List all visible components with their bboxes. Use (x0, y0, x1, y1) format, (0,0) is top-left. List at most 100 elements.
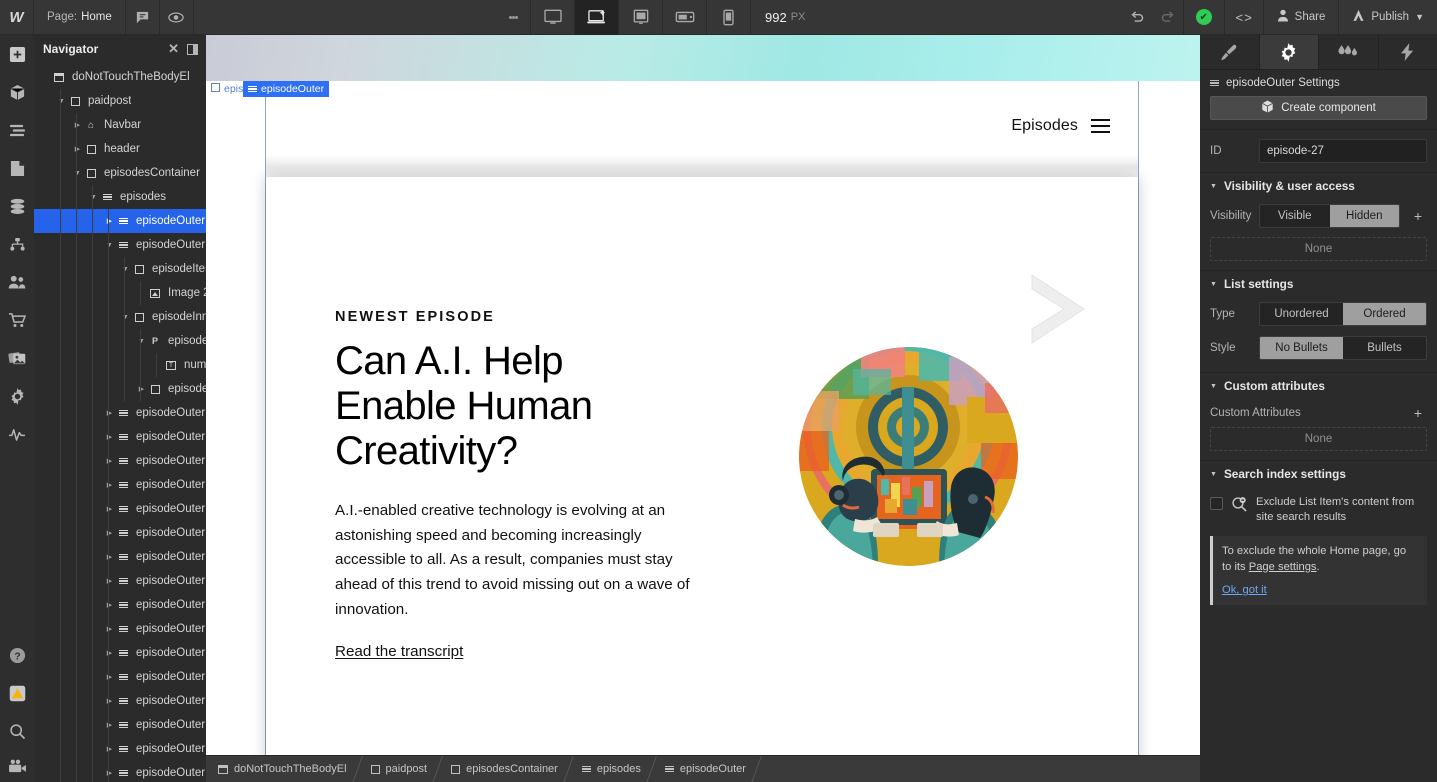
images-icon[interactable] (0, 339, 34, 377)
undo-arrow-icon[interactable] (1123, 0, 1153, 35)
navigator-item-episodeouter[interactable]: ▶ episodeOuter (34, 473, 206, 497)
mobile-landscape-breakpoint[interactable] (663, 0, 708, 35)
episode-headline[interactable]: Can A.I. Help Enable Human Creativity? (335, 339, 675, 473)
navigator-item-episodeouter[interactable]: ▶ episodeOuter (34, 713, 206, 737)
navigator-item-donottouchthebodyel[interactable]: doNotTouchTheBodyEl (34, 65, 206, 89)
navigator-item-episodeouter[interactable]: ▶ episodeOuter (34, 545, 206, 569)
disclosure-caret[interactable]: ▶ (104, 529, 115, 537)
navigator-item-episodeouter[interactable]: ▶ episodeOuter (34, 665, 206, 689)
disclosure-caret[interactable]: ▶ (104, 769, 115, 777)
visibility-section-header[interactable]: ▼ Visibility & user access (1200, 173, 1437, 199)
warning-triangle-icon[interactable] (0, 674, 34, 712)
save-status-badge[interactable]: ✔ (1184, 0, 1224, 35)
read-transcript-link[interactable]: Read the transcript (335, 643, 463, 660)
disclosure-caret[interactable]: ▼ (120, 314, 131, 321)
tab-effects[interactable] (1379, 35, 1437, 69)
question-circle-icon[interactable]: ? (0, 636, 34, 674)
users-icon[interactable] (0, 263, 34, 301)
tab-style[interactable] (1200, 35, 1260, 69)
navigator-item-episodeouter[interactable]: ▶ episodeOuter (34, 641, 206, 665)
breadcrumb-item-paidpost[interactable]: paidpost (357, 756, 438, 782)
disclosure-caret[interactable]: ▼ (104, 242, 115, 249)
exclude-search-checkbox[interactable] (1210, 497, 1223, 510)
eye-icon[interactable] (160, 0, 194, 35)
id-input[interactable]: episode-27 (1259, 139, 1427, 163)
visibility-option-hidden[interactable]: Hidden (1329, 205, 1399, 227)
navigator-item-episodeouter[interactable]: ▶ episodeOuter (34, 449, 206, 473)
list-type-segmented-control[interactable]: Unordered Ordered (1259, 302, 1427, 326)
disclosure-caret[interactable]: ▶ (104, 745, 115, 753)
style-option-bullets[interactable]: Bullets (1343, 337, 1426, 359)
plus-icon[interactable]: + (1409, 208, 1427, 224)
cube-icon[interactable] (0, 73, 34, 111)
share-button[interactable]: Share (1264, 0, 1339, 35)
disclosure-caret[interactable]: ▶ (72, 121, 83, 129)
disclosure-caret[interactable]: ▼ (120, 266, 131, 273)
navigator-item-episodeouter[interactable]: ▶ episodeOuter (34, 425, 206, 449)
custom-attributes-section-header[interactable]: ▼ Custom attributes (1200, 373, 1437, 399)
episode-hero-card[interactable]: NEWEST EPISODE Can A.I. Help Enable Huma… (266, 177, 1138, 782)
navigator-item-episodeouter[interactable]: ▶ episodeOuter (34, 761, 206, 782)
visibility-option-visible[interactable]: Visible (1260, 205, 1330, 227)
navigator-item-episodeouter[interactable]: ▶ episodeOuter (34, 401, 206, 425)
navigator-item-image 2[interactable]: Image 2 (34, 281, 206, 305)
disclosure-caret[interactable]: ▶ (104, 673, 115, 681)
breadcrumb[interactable]: doNotTouchTheBodyEl paidpost episodesConta… (206, 755, 1200, 782)
panel-toggle-icon[interactable] (187, 43, 198, 55)
gear-icon[interactable] (0, 377, 34, 415)
disclosure-caret[interactable]: ▶ (104, 217, 115, 225)
page-settings-link[interactable]: Page settings (1249, 561, 1317, 573)
custom-attributes-none[interactable]: None (1210, 427, 1427, 451)
list-style-segmented-control[interactable]: No Bullets Bullets (1259, 336, 1427, 360)
database-icon[interactable] (0, 187, 34, 225)
navigator-item-episodeouter[interactable]: ▶ episodeOuter (34, 593, 206, 617)
page-selector[interactable]: Page: Home (34, 0, 126, 35)
navigator-item-episodecon[interactable]: ▶ episodeCon (34, 377, 206, 401)
style-option-no-bullets[interactable]: No Bullets (1260, 337, 1343, 359)
disclosure-caret[interactable]: ▶ (104, 433, 115, 441)
site-navbar[interactable]: Episodes (266, 97, 1138, 155)
disclosure-caret[interactable]: ▶ (104, 553, 115, 561)
disclosure-caret[interactable]: ▶ (104, 577, 115, 585)
sitemap-icon[interactable] (0, 225, 34, 263)
disclosure-caret[interactable]: ▶ (136, 385, 147, 393)
list-settings-section-header[interactable]: ▼ List settings (1200, 271, 1437, 297)
disclosure-caret[interactable]: ▼ (88, 194, 99, 201)
comment-icon[interactable] (126, 0, 160, 35)
nav-episodes-link[interactable]: Episodes (1011, 117, 1078, 135)
disclosure-caret[interactable]: ▶ (104, 457, 115, 465)
visibility-conditions-none[interactable]: None (1210, 237, 1427, 261)
breadcrumb-item-donottouchthebodyel[interactable]: doNotTouchTheBodyEl (206, 756, 357, 782)
type-option-ordered[interactable]: Ordered (1343, 303, 1426, 325)
plus-square-icon[interactable] (0, 35, 34, 73)
type-option-unordered[interactable]: Unordered (1260, 303, 1343, 325)
navigator-item-episodeitem[interactable]: ▼ episodeItem (34, 257, 206, 281)
page-icon[interactable] (0, 149, 34, 187)
code-brackets-icon[interactable]: < > (1225, 0, 1263, 35)
disclosure-caret[interactable]: ▶ (104, 625, 115, 633)
breadcrumb-item-episodescontainer[interactable]: episodesContainer (437, 756, 568, 782)
navigator-item-episodeouter[interactable]: ▶ episodeOuter (34, 737, 206, 761)
tip-dismiss-button[interactable]: Ok, got it (1222, 584, 1417, 596)
disclosure-caret[interactable]: ▼ (56, 98, 67, 105)
navigator-item-header[interactable]: ▶ header (34, 137, 206, 161)
webflow-logo[interactable]: W (0, 0, 34, 35)
breadcrumb-item-episodes[interactable]: episodes (568, 756, 651, 782)
disclosure-caret[interactable]: ▶ (104, 697, 115, 705)
tab-settings[interactable] (1259, 35, 1319, 69)
navigator-item-episodeouter[interactable]: ▶ episodeOuter (34, 209, 206, 233)
disclosure-caret[interactable]: ▶ (72, 145, 83, 153)
search-index-section-header[interactable]: ▼ Search index settings (1200, 461, 1437, 487)
sliders-icon[interactable] (0, 111, 34, 149)
pulse-icon[interactable] (0, 415, 34, 453)
navigator-item-episodeinner[interactable]: ▼ episodeInner (34, 305, 206, 329)
navigator-item-episodeouter[interactable]: ▶ episodeOuter (34, 497, 206, 521)
tab-interactions[interactable] (1319, 35, 1379, 69)
disclosure-caret[interactable]: ▼ (72, 170, 83, 177)
disclosure-caret[interactable]: ▶ (104, 481, 115, 489)
disclosure-caret[interactable]: ▶ (104, 721, 115, 729)
navigator-item-paidpost[interactable]: ▼ paidpost (34, 89, 206, 113)
publish-button[interactable]: Publish ▼ (1339, 0, 1437, 35)
navigator-item-episodeouter[interactable]: ▶ episodeOuter (34, 569, 206, 593)
disclosure-caret[interactable]: ▶ (104, 649, 115, 657)
